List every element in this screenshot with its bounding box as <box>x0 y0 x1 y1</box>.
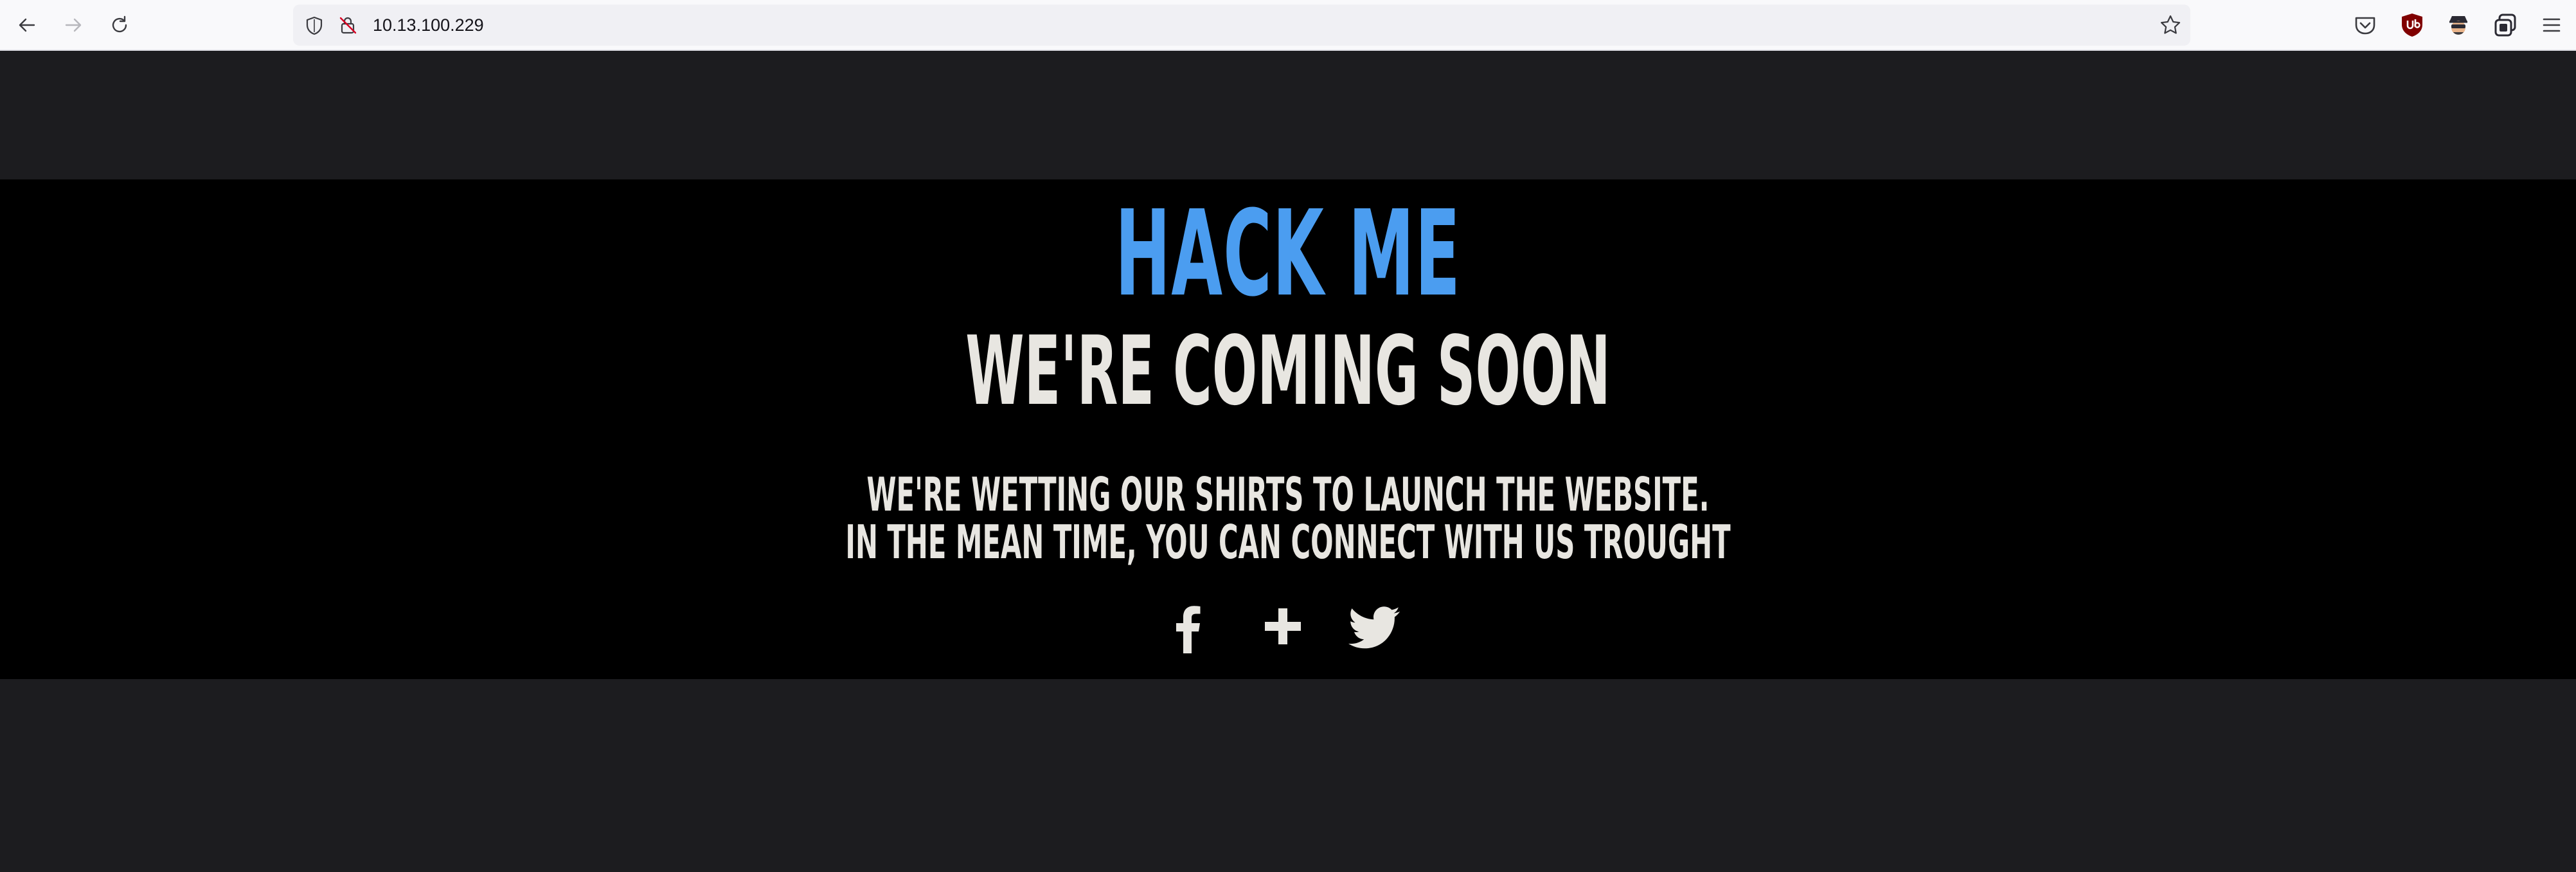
message-line: WE'RE WETTING OUR SHIRTS TO LAUNCH THE W… <box>866 468 1710 522</box>
coming-soon-message: WE'RE WETTING OUR SHIRTS TO LAUNCH THE W… <box>541 471 2035 566</box>
pocket-icon <box>2355 17 2375 35</box>
hamburger-menu-icon <box>2543 18 2561 32</box>
reload-icon <box>112 15 127 33</box>
insecure-lock-icon[interactable] <box>338 15 357 35</box>
menu-button[interactable] <box>2537 11 2566 39</box>
star-icon[interactable] <box>2160 14 2181 36</box>
plus-link[interactable] <box>1251 594 1315 659</box>
url-text[interactable]: 10.13.100.229 <box>373 5 484 46</box>
twitter-link[interactable] <box>1342 594 1406 659</box>
page-body: HACK ME WE'RE COMING SOON WE'RE WETTING … <box>0 51 2576 872</box>
address-bar[interactable]: 10.13.100.229 <box>293 5 2190 46</box>
message-line: IN THE MEAN TIME, YOU CAN CONNECT WITH U… <box>845 515 1731 569</box>
spy-extension-icon <box>2449 16 2467 35</box>
forward-button[interactable] <box>57 8 90 42</box>
reload-button[interactable] <box>103 8 136 42</box>
page-title: HACK ME <box>1114 185 1462 323</box>
ublock-origin-icon <box>2402 14 2422 37</box>
browser-toolbar: 10.13.100.229 <box>0 0 2576 51</box>
plus-icon <box>1265 608 1301 644</box>
pocket-button[interactable] <box>2351 11 2379 39</box>
container-icon <box>2494 14 2516 37</box>
facebook-icon <box>1176 606 1201 653</box>
twitter-icon <box>1348 606 1400 649</box>
shield-icon[interactable] <box>305 16 324 35</box>
ublock-origin-button[interactable] <box>2398 11 2426 39</box>
container-button[interactable] <box>2491 11 2519 39</box>
arrow-right-icon <box>65 18 82 32</box>
coming-soon-heading: WE'RE COMING SOON <box>965 316 1611 426</box>
coming-soon-banner: HACK ME WE'RE COMING SOON WE'RE WETTING … <box>0 179 2576 679</box>
spy-extension-button[interactable] <box>2444 11 2473 39</box>
facebook-link[interactable] <box>1156 594 1220 659</box>
back-button[interactable] <box>10 8 44 42</box>
arrow-left-icon <box>19 18 35 32</box>
